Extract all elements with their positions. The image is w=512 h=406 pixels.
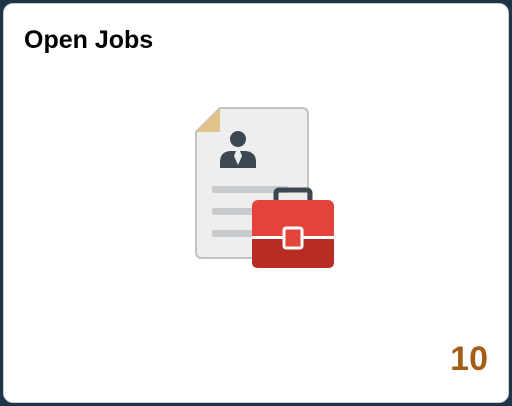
open-jobs-count: 10 <box>450 340 488 378</box>
tile-title: Open Jobs <box>24 26 154 54</box>
job-posting-briefcase-icon <box>190 106 340 270</box>
open-jobs-tile[interactable]: Open Jobs 10 <box>3 3 509 403</box>
